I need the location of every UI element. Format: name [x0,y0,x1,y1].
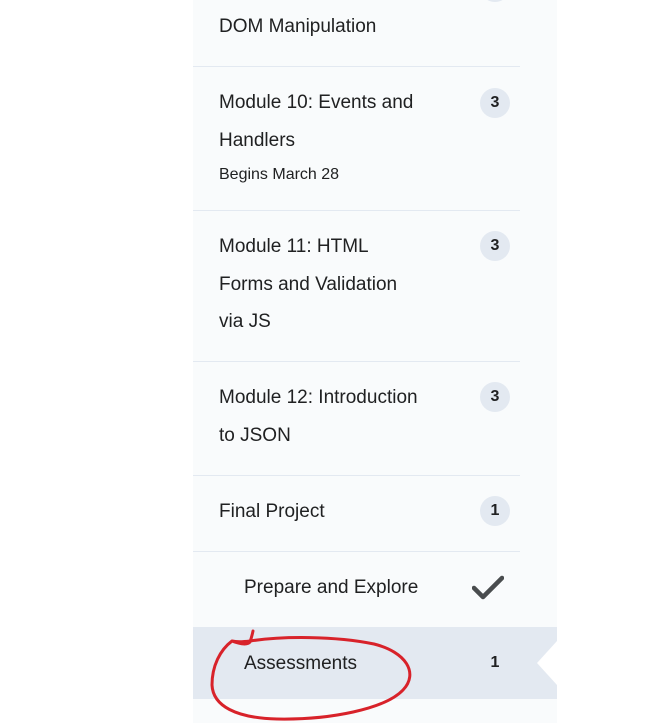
count-badge: 3 [480,231,510,261]
count-badge: 3 [480,382,510,412]
subitem-title: Prepare and Explore [244,577,419,598]
module-title: Module 11: HTML Forms and Validation via… [219,236,398,332]
count-badge: 3 [480,88,510,118]
module-start-date: Begins March 28 [219,166,340,183]
module-item-final-project[interactable]: Final Project 1 [193,476,520,552]
module-item-dom-manipulation[interactable]: DOM Manipulation [193,0,520,67]
count-badge: 1 [480,648,510,678]
module-title: DOM Manipulation [219,16,377,37]
count-badge: 1 [480,496,510,526]
subitem-assessments[interactable]: Assessments 1 [193,627,557,699]
module-title: Module 12: Introduction to JSON [219,387,418,446]
subitem-prepare-and-explore[interactable]: Prepare and Explore [193,552,520,628]
module-item-module-11[interactable]: Module 11: HTML Forms and Validation via… [193,211,520,362]
module-navigation-panel: DOM Manipulation Module 10: Events and H… [193,0,557,723]
subitem-title: Assessments [244,653,357,674]
selected-indicator [537,641,557,685]
module-title: Module 10: Events and Handlers [219,92,414,151]
checkmark-icon [472,575,504,600]
count-badge [480,0,510,2]
module-item-module-10[interactable]: Module 10: Events and Handlers Begins Ma… [193,67,520,211]
module-title: Final Project [219,501,325,522]
module-item-module-12[interactable]: Module 12: Introduction to JSON 3 [193,362,520,476]
